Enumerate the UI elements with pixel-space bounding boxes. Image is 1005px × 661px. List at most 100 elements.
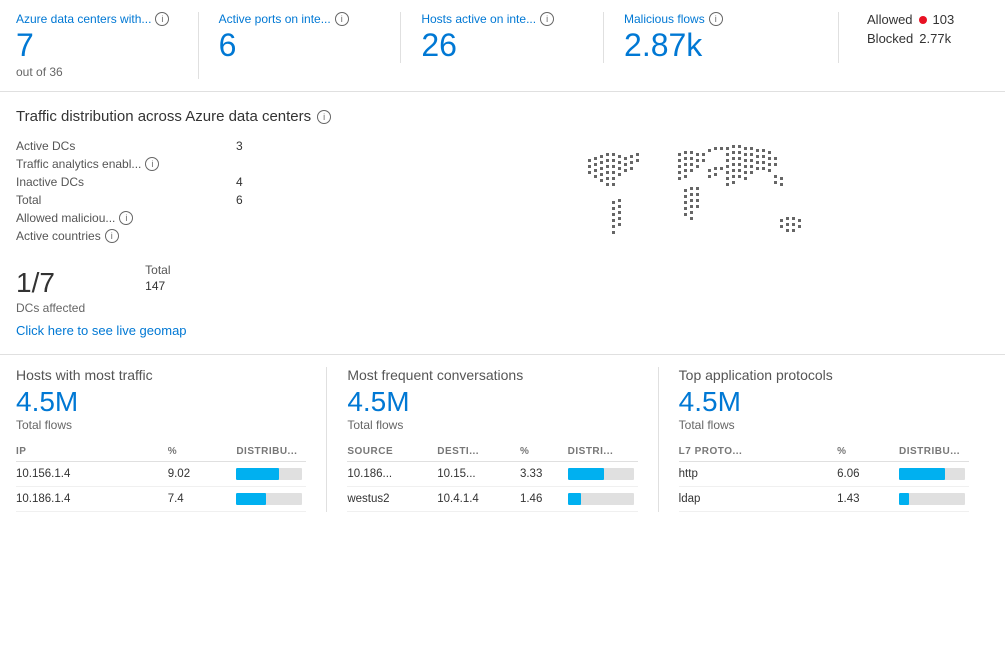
kpi-azure-dc: Azure data centers with... i 7 out of 36 (16, 12, 199, 79)
kpi-malicious-flows-value: 2.87k (624, 28, 818, 63)
conv-pct: 3.33 (520, 461, 568, 486)
fraction-value: 1/7 (16, 267, 85, 299)
host-ip: 10.156.1.4 (16, 461, 168, 486)
table-row: http 6.06 (679, 461, 969, 486)
active-ports-info-icon[interactable]: i (335, 12, 349, 26)
analytics-empty (236, 157, 436, 171)
allowed-row: Allowed 103 (867, 12, 989, 27)
active-countries-info-icon[interactable]: i (105, 229, 119, 243)
protocols-panel-title: Top application protocols (679, 367, 969, 383)
kpi-azure-dc-value: 7 (16, 28, 178, 63)
protocols-panel-value: 4.5M (679, 387, 969, 418)
proto-col-pct: % (837, 442, 899, 462)
hosts-active-info-icon[interactable]: i (540, 12, 554, 26)
traffic-stats: Active DCs 3 Traffic analytics enabl... … (16, 139, 436, 338)
conv-dest: 10.15... (437, 461, 520, 486)
kpi-active-ports: Active ports on inte... i 6 (219, 12, 402, 63)
kpi-hosts-active: Hosts active on inte... i 26 (421, 12, 604, 63)
inactive-dcs-value: 4 (236, 175, 436, 189)
conversations-panel-title: Most frequent conversations (347, 367, 637, 383)
geomap-link[interactable]: Click here to see live geomap (16, 323, 187, 338)
table-row: ldap 1.43 (679, 486, 969, 511)
world-map-svg (578, 139, 858, 299)
fraction-block: 1/7 DCs affected (16, 259, 85, 315)
traffic-section: Traffic distribution across Azure data c… (0, 92, 1005, 355)
active-countries-label: Active countries i (16, 229, 216, 243)
conv-col-pct: % (520, 442, 568, 462)
traffic-section-info-icon[interactable]: i (317, 110, 331, 124)
countries-total-label: Total (145, 263, 170, 277)
hosts-table: IP % DISTRIBU... 10.156.1.4 9.02 10.186.… (16, 442, 306, 512)
conv-col-source: SOURCE (347, 442, 437, 462)
conversations-table: SOURCE DESTI... % DISTRI... 10.186... 10… (347, 442, 637, 512)
hosts-panel-value: 4.5M (16, 387, 306, 418)
malicious-flows-info-icon[interactable]: i (709, 12, 723, 26)
proto-bar (899, 486, 969, 511)
analytics-total-value: 6 (236, 193, 436, 207)
blocked-value: 2.77k (919, 31, 951, 46)
protocols-panel: Top application protocols 4.5M Total flo… (679, 367, 989, 512)
active-countries-empty (236, 229, 436, 243)
proto-col-name: L7 PROTO... (679, 442, 838, 462)
kpi-azure-dc-label: Azure data centers with... i (16, 12, 178, 26)
conversations-panel-sub: Total flows (347, 418, 637, 432)
conversations-panel-value: 4.5M (347, 387, 637, 418)
hosts-col-pct: % (168, 442, 237, 462)
hosts-panel-title: Hosts with most traffic (16, 367, 306, 383)
conv-col-distrib: DISTRI... (568, 442, 638, 462)
analytics-label: Traffic analytics enabl... i (16, 157, 216, 171)
allowed-value: 103 (933, 12, 955, 27)
allowed-label: Allowed (867, 12, 913, 27)
proto-pct: 6.06 (837, 461, 899, 486)
dcs-affected: DCs affected (16, 301, 85, 315)
proto-pct: 1.43 (837, 486, 899, 511)
proto-name: http (679, 461, 838, 486)
azure-dc-info-icon[interactable]: i (155, 12, 169, 26)
table-row: 10.186... 10.15... 3.33 (347, 461, 637, 486)
inactive-dcs-label: Inactive DCs (16, 175, 216, 189)
kpi-active-ports-value: 6 (219, 28, 381, 63)
conv-source: westus2 (347, 486, 437, 511)
allowed-dot-red (919, 16, 927, 24)
proto-name: ldap (679, 486, 838, 511)
proto-bar (899, 461, 969, 486)
blocked-row: Blocked 2.77k (867, 31, 989, 46)
bottom-panels: Hosts with most traffic 4.5M Total flows… (0, 355, 1005, 524)
active-dcs-value: 3 (236, 139, 436, 153)
protocols-table: L7 PROTO... % DISTRIBU... http 6.06 ldap… (679, 442, 969, 512)
conv-dest: 10.4.1.4 (437, 486, 520, 511)
host-pct: 7.4 (168, 486, 237, 511)
host-bar (236, 461, 306, 486)
table-row: 10.156.1.4 9.02 (16, 461, 306, 486)
conv-source: 10.186... (347, 461, 437, 486)
host-ip: 10.186.1.4 (16, 486, 168, 511)
conv-bar (568, 486, 638, 511)
protocols-panel-sub: Total flows (679, 418, 969, 432)
conversations-panel: Most frequent conversations 4.5M Total f… (347, 367, 658, 512)
hosts-col-distrib: DISTRIBU... (236, 442, 306, 462)
kpi-hosts-active-label: Hosts active on inte... i (421, 12, 583, 26)
conv-bar (568, 461, 638, 486)
stat-grid: Active DCs 3 Traffic analytics enabl... … (16, 139, 436, 243)
allowed-malicious-info-icon[interactable]: i (119, 211, 133, 225)
kpi-active-ports-label: Active ports on inte... i (219, 12, 381, 26)
host-bar (236, 486, 306, 511)
allowed-malicious-label: Allowed maliciou... i (16, 211, 216, 225)
analytics-total-label: Total (16, 193, 216, 207)
analytics-info-icon[interactable]: i (145, 157, 159, 171)
hosts-col-ip: IP (16, 442, 168, 462)
active-dcs-label: Active DCs (16, 139, 216, 153)
world-map (436, 139, 989, 299)
blocked-label: Blocked (867, 31, 913, 46)
hosts-panel-sub: Total flows (16, 418, 306, 432)
table-row: westus2 10.4.1.4 1.46 (347, 486, 637, 511)
traffic-section-title: Traffic distribution across Azure data c… (16, 108, 989, 125)
allowed-malicious-empty (236, 211, 436, 225)
conv-pct: 1.46 (520, 486, 568, 511)
traffic-content: Active DCs 3 Traffic analytics enabl... … (16, 139, 989, 338)
table-row: 10.186.1.4 7.4 (16, 486, 306, 511)
countries-total-block: Total 147 (145, 263, 170, 293)
kpi-malicious-flows: Malicious flows i 2.87k (624, 12, 839, 63)
countries-total-value: 147 (145, 279, 170, 293)
kpi-malicious-flows-label: Malicious flows i (624, 12, 818, 26)
